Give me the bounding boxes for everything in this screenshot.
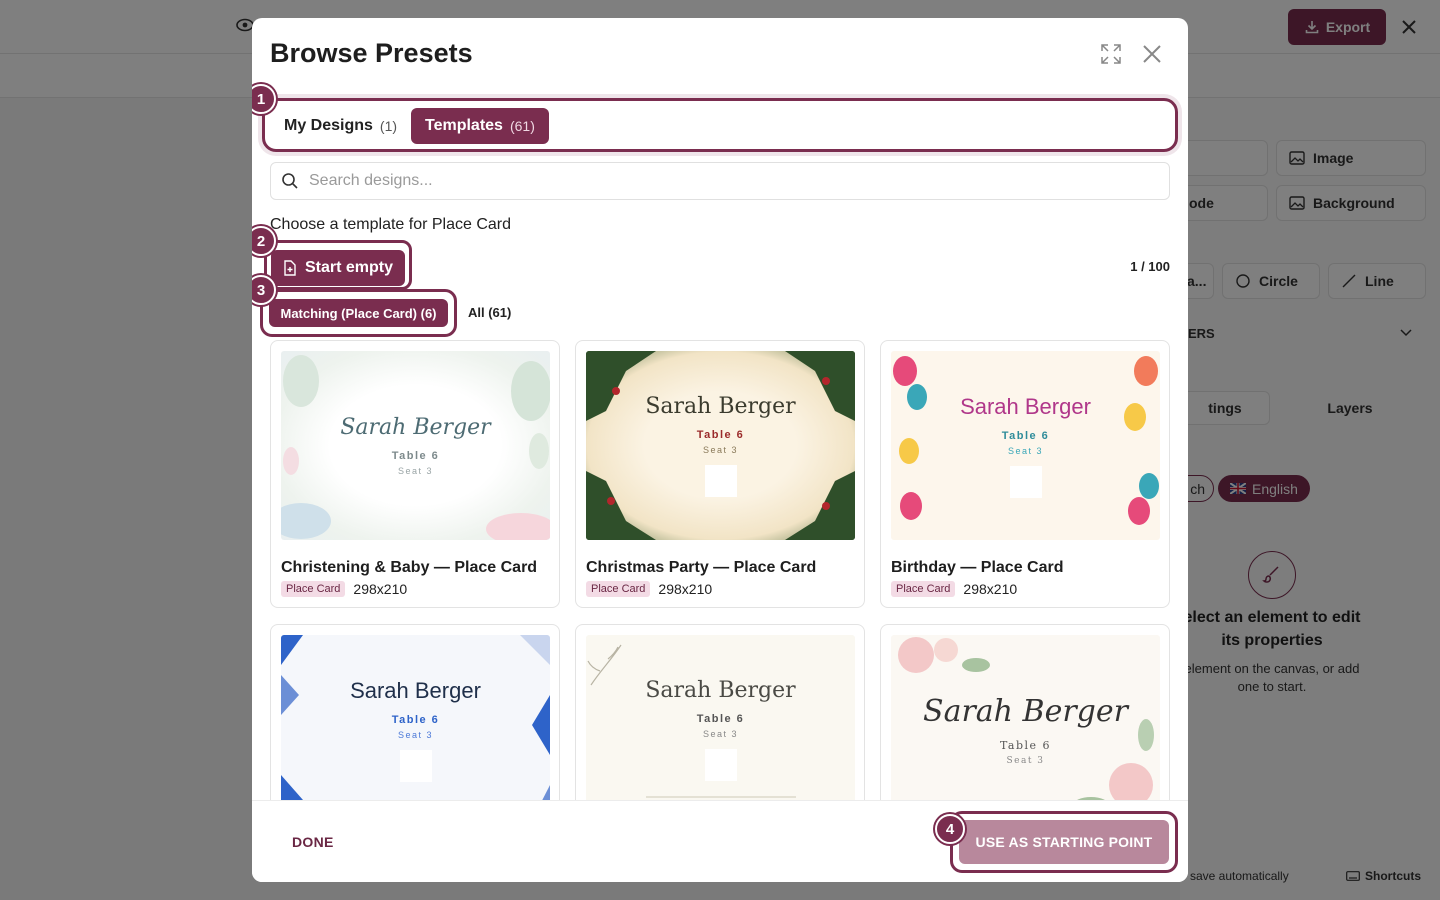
category-tag: Place Card <box>281 581 346 597</box>
new-file-icon <box>284 260 296 276</box>
template-card[interactable]: Sarah Berger Table 6 Seat 3 Christmas Pa… <box>575 340 865 608</box>
thumb-seat: Seat 3 <box>397 729 434 740</box>
thumb-seat: Seat 3 <box>702 445 739 455</box>
use-as-starting-point-button[interactable]: USE AS STARTING POINT <box>959 820 1169 864</box>
start-empty-label: Start empty <box>304 259 394 276</box>
thumb-name: Sarah Berger <box>350 677 481 703</box>
watercolor-decoration <box>281 355 550 540</box>
instruction-text: Choose a template for Place Card <box>270 216 512 233</box>
search-input[interactable] <box>309 172 1149 190</box>
thumb-name: Sarah Berger <box>960 393 1091 419</box>
category-tag: Place Card <box>586 581 651 597</box>
tab-label: Templates <box>425 117 503 134</box>
card-title: Birthday — Place Card <box>891 559 1064 576</box>
thumb-table: Table 6 <box>1001 429 1050 442</box>
template-thumbnail: Sarah Berger Table 6 Seat 3 <box>891 351 1160 540</box>
template-card[interactable]: Sarah Berger Table 6 Seat 3 Birthday — P… <box>880 340 1170 608</box>
tab-my-designs[interactable]: My Designs (1) <box>270 108 411 144</box>
thumb-placeholder <box>1009 465 1042 498</box>
thumb-name: Sarah Berger <box>645 678 796 703</box>
tab-count: (1) <box>379 118 398 134</box>
card-size: 298x210 <box>963 581 1018 597</box>
thumb-placeholder <box>399 749 432 782</box>
filter-matching[interactable]: Matching (Place Card) (6) <box>269 299 448 327</box>
expand-icon[interactable] <box>1100 43 1122 65</box>
template-thumbnail: Sarah Berger Table 6 Seat 3 <box>586 635 855 800</box>
card-meta: Place Card 298x210 <box>281 581 407 597</box>
card-meta: Place Card 298x210 <box>586 581 712 597</box>
card-title: Christmas Party — Place Card <box>586 559 817 576</box>
thumb-table: Table 6 <box>696 713 745 725</box>
template-grid: Sarah Berger Table 6 Seat 3 Christening … <box>252 338 1188 800</box>
thumb-name: Sarah Berger <box>923 693 1128 729</box>
template-thumbnail: Sarah Berger Table 6 Seat 3 <box>281 351 550 540</box>
card-size: 298x210 <box>353 581 408 597</box>
thumb-seat: Seat 3 <box>702 729 739 739</box>
tab-label: My Designs <box>284 117 373 134</box>
start-empty-button[interactable]: Start empty <box>271 250 405 286</box>
close-icon[interactable] <box>1142 44 1162 64</box>
thumb-placeholder <box>704 749 737 781</box>
thumb-seat: Seat 3 <box>1007 445 1044 456</box>
template-card[interactable]: Sarah Berger Table 6 Seat 3 Christening … <box>270 340 560 608</box>
card-title: Christening & Baby — Place Card <box>281 559 538 576</box>
thumb-seat: Seat 3 <box>397 466 434 476</box>
template-thumbnail: Sarah Berger Table 6 Seat 3 <box>586 351 855 540</box>
dialog-footer: DONE USE AS STARTING POINT 4 <box>252 800 1188 882</box>
browse-presets-dialog: Browse Presets My Designs (1) Templates … <box>252 18 1188 882</box>
search-box <box>270 162 1170 200</box>
thumb-seat: Seat 3 <box>1006 755 1045 766</box>
thumb-name: Sarah Berger <box>340 415 491 440</box>
thumb-name: Sarah Berger <box>645 394 796 419</box>
template-card[interactable]: Sarah Berger Table 6 Seat 3 <box>575 624 865 800</box>
card-meta: Place Card 298x210 <box>891 581 1017 597</box>
tab-count: (61) <box>509 118 535 134</box>
template-thumbnail: Sarah Berger Table 6 Seat 3 <box>891 635 1160 800</box>
thumb-table: Table 6 <box>696 429 745 441</box>
thumb-table: Table 6 <box>391 450 440 462</box>
thumb-table: Table 6 <box>391 713 440 726</box>
tab-templates[interactable]: Templates (61) <box>411 108 549 144</box>
filter-all[interactable]: All (61) <box>468 305 511 320</box>
template-card[interactable]: Sarah Berger Table 6 Seat 3 <box>270 624 560 800</box>
thumb-placeholder <box>704 465 737 497</box>
template-thumbnail: Sarah Berger Table 6 Seat 3 <box>281 635 550 800</box>
done-button[interactable]: DONE <box>292 834 334 850</box>
template-card[interactable]: Sarah Berger Table 6 Seat 3 <box>880 624 1170 800</box>
thumb-table: Table 6 <box>999 738 1052 752</box>
page-counter: 1 / 100 <box>1130 259 1170 274</box>
category-tag: Place Card <box>891 581 956 597</box>
step-badge-4: 4 <box>935 814 965 844</box>
dialog-title: Browse Presets <box>270 38 473 68</box>
search-icon <box>282 173 298 189</box>
card-size: 298x210 <box>658 581 713 597</box>
